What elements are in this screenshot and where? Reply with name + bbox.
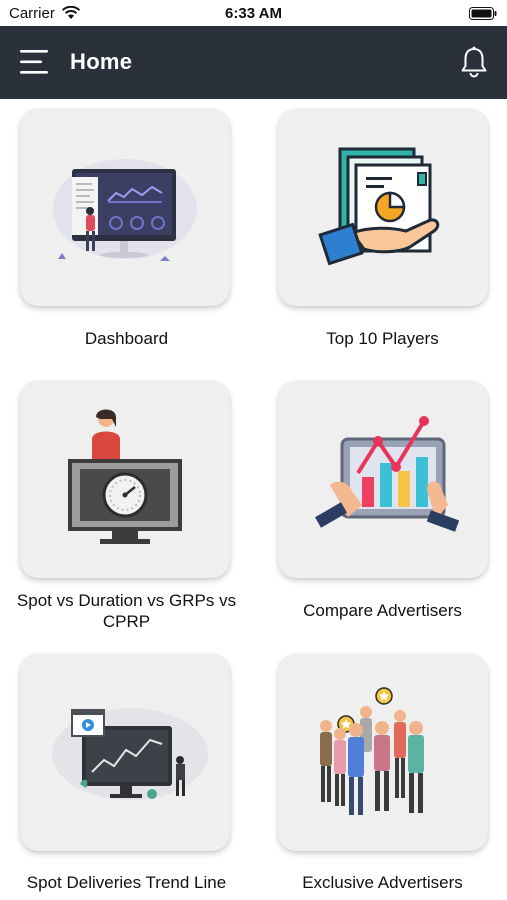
top-players-illustration [318, 147, 440, 266]
compare-chart-illustration [315, 416, 460, 532]
exclusive-group-illustration [320, 687, 424, 815]
compare-advertisers-label: Compare Advertisers [303, 601, 462, 620]
spot-vs-duration-label: Spot vs Duration vs GRPs vs CPRP [16, 591, 237, 631]
exclusive-advertisers-label: Exclusive Advertisers [302, 873, 463, 892]
hamburger-menu-icon [20, 50, 48, 74]
compare-advertisers-tile[interactable] [278, 381, 488, 578]
gauge-monitor-illustration [68, 409, 182, 544]
page-title: Home [70, 49, 133, 74]
spot-deliveries-tile[interactable] [20, 654, 230, 851]
spot-vs-duration-tile[interactable] [20, 381, 230, 578]
battery-icon [469, 7, 497, 20]
top-10-players-tile[interactable] [278, 109, 488, 306]
app-header: Home [0, 26, 507, 99]
notifications-button[interactable] [459, 45, 489, 79]
menu-button[interactable] [18, 47, 52, 77]
dashboard-illustration [53, 159, 197, 261]
spot-deliveries-label: Spot Deliveries Trend Line [26, 873, 227, 892]
clock: 6:33 AM [225, 5, 282, 22]
trend-line-illustration [52, 708, 208, 800]
dashboard-label: Dashboard [84, 329, 169, 348]
bell-icon [461, 46, 487, 78]
dashboard-tile[interactable] [20, 109, 230, 306]
exclusive-advertisers-tile[interactable] [278, 654, 488, 851]
top-10-players-label: Top 10 Players [326, 329, 439, 348]
status-bar: Carrier 6:33 AM [0, 0, 507, 26]
